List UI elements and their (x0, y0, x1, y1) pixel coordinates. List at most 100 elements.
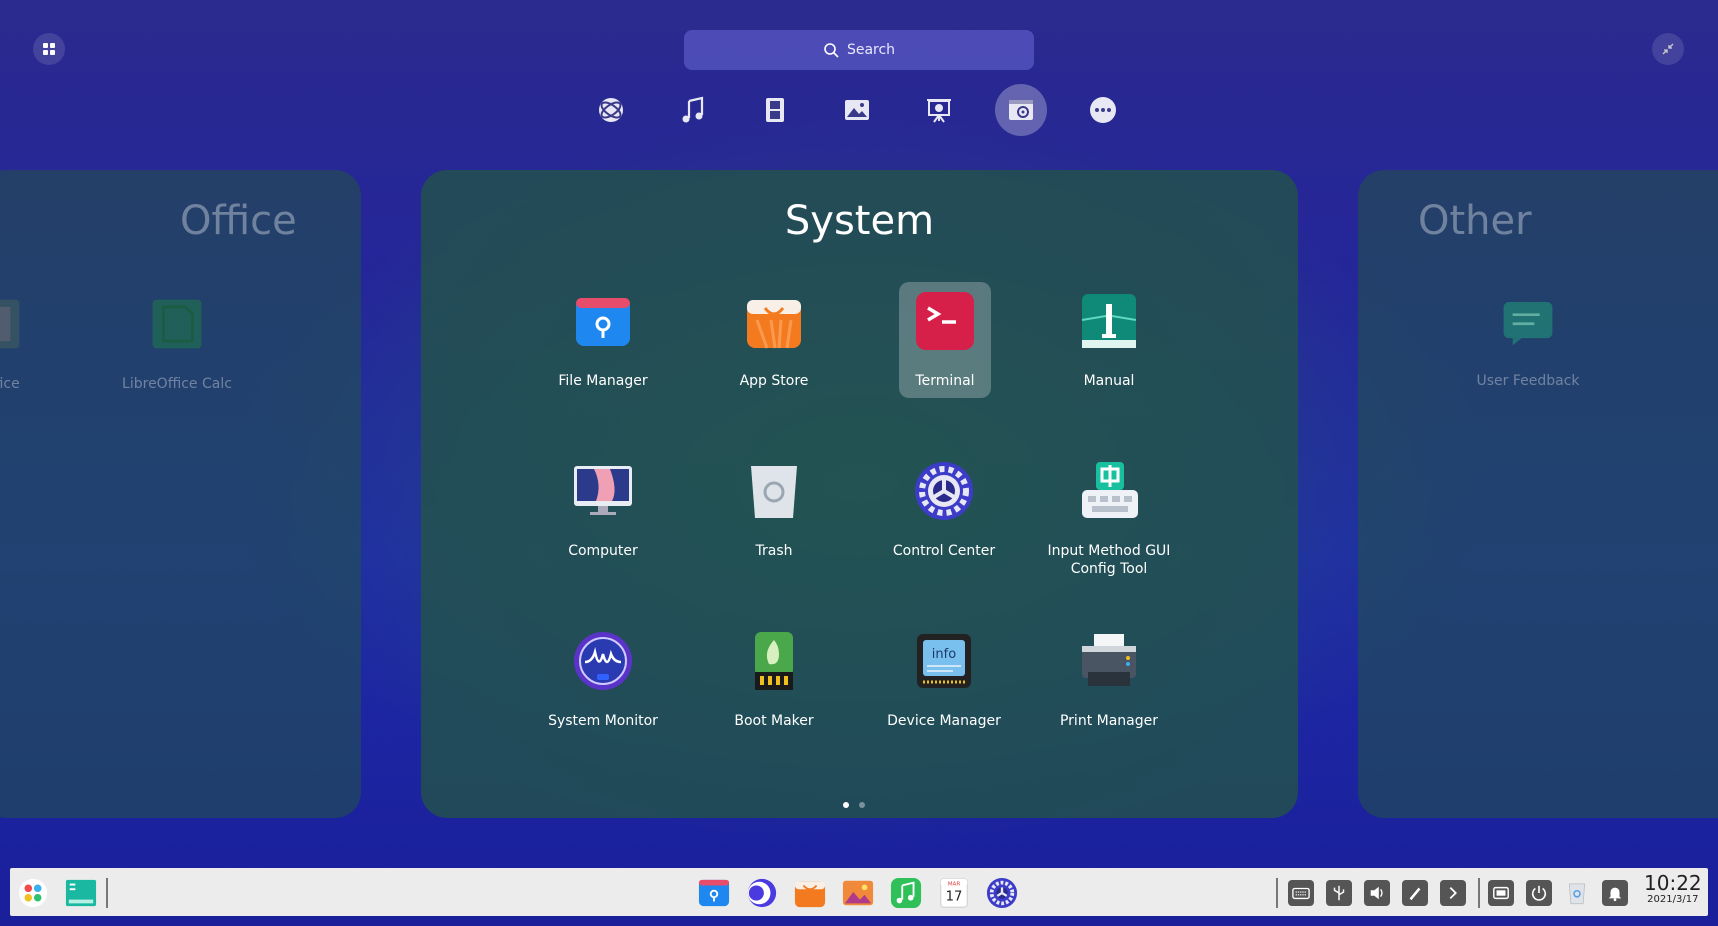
app-libreoffice-calc[interactable]: LibreOffice Calc (122, 285, 232, 401)
presentation-icon (927, 99, 951, 123)
usb-icon (1333, 885, 1345, 901)
dock-trash[interactable] (1560, 876, 1594, 910)
volume-tray-button[interactable] (1364, 880, 1390, 906)
app-label: App Store (739, 373, 809, 389)
app-device-manager[interactable]: info Device Manager (887, 622, 1001, 738)
power-button[interactable] (1526, 880, 1552, 906)
dock-browser[interactable] (745, 876, 779, 910)
app-label: Computer (568, 543, 638, 559)
app-system-monitor[interactable]: System Monitor (548, 622, 658, 738)
calendar-day: 17 (946, 890, 963, 905)
app-app-store[interactable]: App Store (719, 282, 829, 398)
fullscreen-toggle-button[interactable] (33, 33, 65, 65)
app-boot-maker[interactable]: Boot Maker (719, 622, 829, 738)
app-manual[interactable]: Manual (1054, 282, 1164, 398)
app-control-center[interactable]: Control Center (889, 452, 999, 568)
category-video[interactable] (749, 84, 801, 136)
terminal-icon (916, 292, 974, 350)
file-manager-icon (698, 879, 730, 907)
image-icon (845, 100, 869, 120)
app-file-manager[interactable]: File Manager (548, 282, 658, 398)
pen-icon (1409, 887, 1421, 901)
category-bar (585, 84, 1129, 136)
desktop-icon (65, 879, 97, 907)
dock-control-center[interactable] (985, 876, 1019, 910)
panel-title: System (784, 198, 935, 244)
category-system[interactable] (995, 84, 1047, 136)
category-office[interactable] (913, 84, 965, 136)
libreoffice-icon (0, 299, 20, 349)
svg-text:info: info (932, 647, 956, 662)
app-user-feedback[interactable]: User Feedback (1473, 282, 1583, 398)
collapse-icon (1662, 43, 1674, 55)
app-label: System Monitor (548, 713, 658, 729)
app-label: Control Center (892, 543, 996, 559)
dock-image-viewer[interactable] (841, 876, 875, 910)
category-other[interactable] (1077, 84, 1129, 136)
app-trash[interactable]: Trash (719, 452, 829, 568)
clock-time: 10:22 (1644, 871, 1702, 895)
clock[interactable]: 10:22 2021/3/17 (1644, 872, 1702, 906)
bell-icon (1608, 887, 1622, 902)
shopping-bag-icon (747, 300, 801, 349)
launcher-icon (18, 878, 48, 908)
app-input-method-config[interactable]: Input Method GUI Config Tool (1048, 452, 1170, 577)
category-photo[interactable] (831, 84, 883, 136)
trash-icon (751, 466, 797, 518)
usb-drive-icon (755, 632, 793, 690)
keyboard-icon (1292, 887, 1310, 900)
category-panel-other[interactable]: Other User Feedback (1358, 170, 1718, 818)
dock-file-manager[interactable] (697, 876, 731, 910)
app-print-manager[interactable]: Print Manager (1054, 622, 1164, 738)
trash-icon (1568, 883, 1586, 905)
settings-gear-icon (915, 462, 973, 520)
category-music[interactable] (667, 84, 719, 136)
manual-icon (1081, 294, 1137, 348)
tray-expand-button[interactable] (1440, 880, 1466, 906)
page-dot-2[interactable] (859, 802, 865, 808)
app-label: Trash (755, 543, 793, 559)
notification-center-button[interactable] (1602, 880, 1628, 906)
search-input[interactable]: Search (684, 30, 1034, 70)
category-panel-system: System File Manager App Store Terminal M… (421, 170, 1298, 818)
window-icon (1493, 886, 1509, 900)
multitask-view-button[interactable] (1488, 880, 1514, 906)
app-label: Print Manager (1059, 713, 1159, 729)
category-internet[interactable] (585, 84, 637, 136)
grid-icon (43, 43, 55, 55)
launcher-button[interactable] (16, 876, 50, 910)
usb-tray-button[interactable] (1326, 880, 1352, 906)
monitor-gauge-icon (574, 632, 632, 690)
app-terminal[interactable]: Terminal (899, 282, 991, 398)
category-panel-office[interactable]: Office eOffice LibreOffice Calc (0, 170, 361, 818)
dock-music[interactable] (889, 876, 923, 910)
settings-gear-icon (986, 877, 1018, 909)
app-label: File Manager (558, 373, 648, 389)
search-placeholder: Search (846, 42, 896, 58)
keyboard-icon (1082, 462, 1138, 518)
app-libreoffice[interactable]: eOffice (0, 285, 50, 401)
panel-title: Other (1418, 198, 1532, 244)
music-icon (682, 96, 704, 123)
dock-app-store[interactable] (793, 876, 827, 910)
device-info-icon: info (917, 634, 971, 688)
power-icon (1531, 885, 1547, 901)
screenshot-tray-button[interactable] (1402, 880, 1428, 906)
dock-separator (1478, 878, 1480, 908)
app-computer[interactable]: Computer (548, 452, 658, 568)
chevron-right-icon (1449, 886, 1457, 900)
volume-icon (1370, 886, 1383, 900)
onscreen-keyboard-button[interactable] (1288, 880, 1314, 906)
app-label: Boot Maker (734, 713, 814, 729)
dock-separator (1276, 878, 1278, 908)
calendar-icon: MAR 17 (940, 878, 968, 908)
show-desktop-button[interactable] (64, 876, 98, 910)
browser-icon (747, 878, 777, 908)
dock-calendar[interactable]: MAR 17 (937, 876, 971, 910)
computer-icon (574, 466, 632, 515)
page-dot-1[interactable] (843, 802, 849, 808)
printer-icon (1082, 634, 1136, 686)
feedback-icon (1503, 302, 1553, 346)
exit-fullscreen-button[interactable] (1652, 33, 1684, 65)
page-indicator (843, 802, 865, 808)
